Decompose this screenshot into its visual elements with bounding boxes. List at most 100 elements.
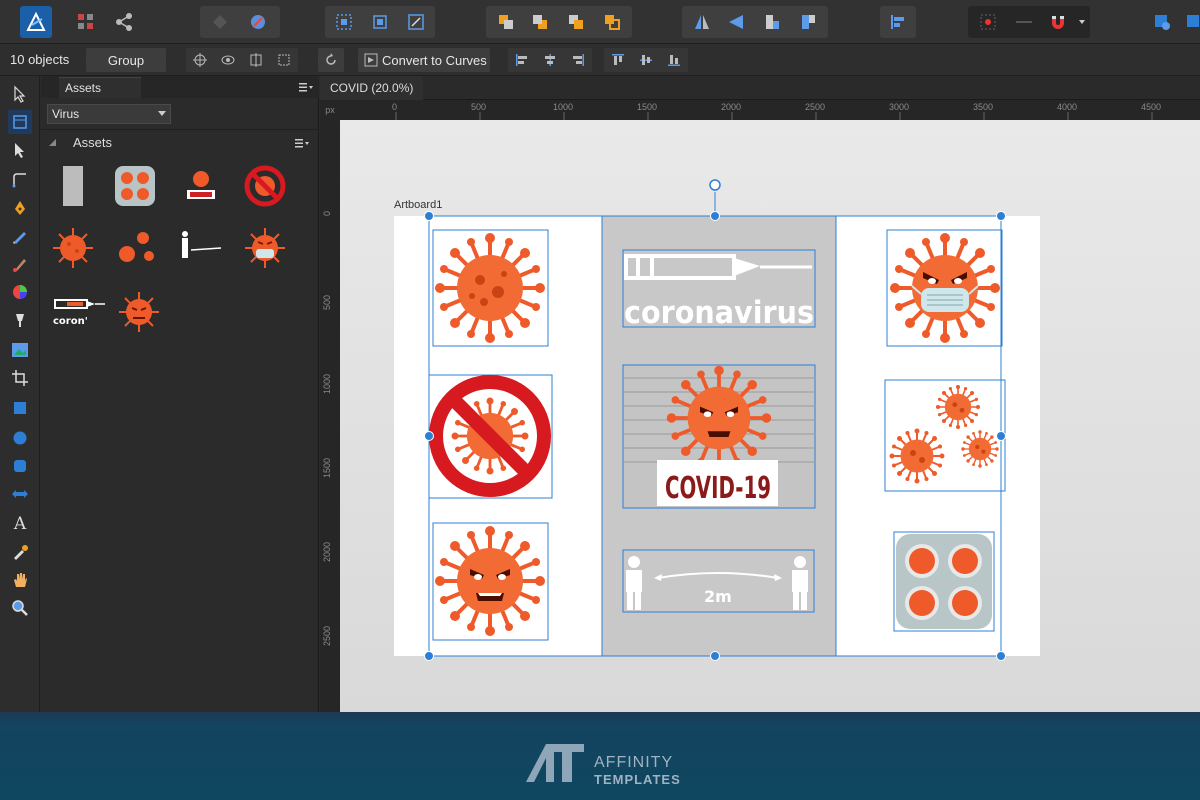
place-image-icon[interactable] <box>8 338 32 362</box>
rotate-right-icon[interactable] <box>792 6 824 38</box>
asset-covid-badge[interactable] <box>177 162 225 210</box>
convert-to-curves-label: Convert to Curves <box>382 52 487 68</box>
move-forward-one-icon[interactable] <box>560 6 592 38</box>
edit-nodes-icon[interactable] <box>400 6 432 38</box>
v-tick-500: 500 <box>322 294 332 310</box>
brush-tool-icon[interactable] <box>8 252 32 276</box>
panel-menu-icon[interactable] <box>299 81 313 95</box>
assets-panel: Assets Virus Assets coron' <box>41 76 319 712</box>
eye-icon[interactable] <box>216 48 240 72</box>
subcategory-header[interactable]: Assets <box>41 129 319 153</box>
svg-text:coron': coron' <box>53 316 88 327</box>
magnet-icon[interactable] <box>1042 6 1074 38</box>
pen-tool-icon[interactable] <box>8 196 32 220</box>
corner-tool-icon[interactable] <box>8 168 32 192</box>
rounded-rect-tool-icon[interactable] <box>8 454 32 478</box>
transform-icon[interactable] <box>364 6 396 38</box>
pill-blister[interactable] <box>893 531 995 632</box>
chevron-down-icon <box>158 111 166 116</box>
collapse-triangle-icon[interactable] <box>49 139 57 147</box>
node-tool-icon[interactable] <box>8 138 32 162</box>
align-middle-icon[interactable] <box>634 48 658 72</box>
asset-rectangle[interactable] <box>49 162 97 210</box>
h-tick-2000: 2000 <box>721 102 742 112</box>
horizontal-ruler[interactable]: 0 500 1000 1500 2000 2500 3000 3500 4000… <box>340 100 1200 120</box>
share-icon[interactable] <box>108 6 140 38</box>
coronavirus-text: coronavirus <box>624 295 814 331</box>
artboard-tool-icon[interactable] <box>8 110 32 134</box>
group-button[interactable]: Group <box>86 48 166 72</box>
zoom-tool-icon[interactable] <box>8 596 32 620</box>
v-tick-1000: 1000 <box>322 373 332 394</box>
canvas[interactable]: Artboard1 coronavirus COVID-19 2m <box>340 120 1200 712</box>
asset-masked-virus[interactable] <box>241 224 289 272</box>
rectangle-tool-icon[interactable] <box>8 396 32 420</box>
move-back-one-icon[interactable] <box>524 6 556 38</box>
asset-social-distance[interactable] <box>175 224 223 272</box>
bounding-box-icon[interactable] <box>272 48 296 72</box>
align-bottom-icon[interactable] <box>662 48 686 72</box>
asset-virus-cluster[interactable] <box>111 224 159 272</box>
fill-tool-icon[interactable] <box>8 280 32 304</box>
export-persona-icon[interactable] <box>242 6 274 38</box>
crop-tool-icon[interactable] <box>8 366 32 390</box>
align-top-icon[interactable] <box>606 48 630 72</box>
assets-tab[interactable]: Assets <box>59 77 141 98</box>
select-all-icon[interactable] <box>328 6 360 38</box>
align-right-icon[interactable] <box>566 48 590 72</box>
add-artboard-icon[interactable] <box>1184 6 1200 38</box>
pencil-tool-icon[interactable] <box>8 224 32 248</box>
rotate-left-icon[interactable] <box>756 6 788 38</box>
color-picker-icon[interactable] <box>8 540 32 564</box>
category-select[interactable]: Virus <box>47 104 171 124</box>
move-to-back-icon[interactable] <box>490 6 522 38</box>
crosshair-icon[interactable] <box>188 48 212 72</box>
subcategory-menu-icon[interactable] <box>295 138 309 148</box>
chevron-down-icon[interactable] <box>1074 6 1090 38</box>
rotate-icon[interactable] <box>318 48 344 72</box>
asset-no-virus-sign[interactable] <box>241 162 289 210</box>
snapping-grid-icon[interactable] <box>972 6 1004 38</box>
arrow-tool-icon[interactable] <box>8 482 32 506</box>
context-toolbar: 10 objects Group Convert to Curves <box>0 44 1200 76</box>
h-tick-2500: 2500 <box>805 102 826 112</box>
ruler-unit[interactable]: px <box>320 100 340 120</box>
text-tool-icon[interactable]: A <box>8 512 32 536</box>
rotation-handle[interactable] <box>709 179 721 191</box>
transparency-tool-icon[interactable] <box>8 308 32 332</box>
add-layer-icon[interactable] <box>1146 6 1178 38</box>
artboard-svg: coronavirus COVID-19 2m <box>394 179 1040 661</box>
v-tick-0: 0 <box>322 210 332 216</box>
pixel-persona-icon[interactable] <box>204 6 236 38</box>
move-to-front-icon[interactable] <box>596 6 628 38</box>
affinity-designer-logo-icon[interactable] <box>20 6 52 38</box>
h-tick-4500: 4500 <box>1141 102 1162 112</box>
flip-vertical-icon[interactable] <box>720 6 752 38</box>
snap-to-pixels-icon[interactable] <box>1008 6 1040 38</box>
ellipse-tool-icon[interactable] <box>8 426 32 450</box>
designer-persona-icon[interactable] <box>70 6 102 38</box>
brand-line-1: AFFINITY <box>594 754 674 771</box>
move-tool-icon[interactable] <box>8 82 32 106</box>
category-value: Virus <box>52 107 80 121</box>
flip-horizontal-icon[interactable] <box>686 6 718 38</box>
convert-to-curves-button[interactable]: Convert to Curves <box>358 48 490 72</box>
asset-virus[interactable] <box>49 224 97 272</box>
selection-count: 10 objects <box>10 52 70 67</box>
align-left-icon[interactable] <box>510 48 534 72</box>
subcategory-label: Assets <box>73 135 113 150</box>
footer-banner: AFFINITY TEMPLATES <box>0 712 1200 800</box>
align-center-icon[interactable] <box>538 48 562 72</box>
hand-tool-icon[interactable] <box>8 568 32 592</box>
alignment-icon[interactable] <box>882 6 914 38</box>
asset-coronavirus-syringe[interactable]: coron' <box>49 288 109 336</box>
asset-pill-blister[interactable] <box>111 162 159 210</box>
asset-angry-virus[interactable] <box>115 288 163 336</box>
document-tab[interactable]: COVID (20.0%) <box>320 76 424 100</box>
flip-h-small-icon[interactable] <box>244 48 268 72</box>
h-tick-1000: 1000 <box>553 102 574 112</box>
h-tick-4000: 4000 <box>1057 102 1078 112</box>
covid-19-card[interactable]: COVID-19 <box>622 364 816 509</box>
vertical-ruler[interactable]: 0 500 1000 1500 2000 2500 <box>320 120 340 712</box>
affinity-templates-logo-icon <box>526 742 586 787</box>
